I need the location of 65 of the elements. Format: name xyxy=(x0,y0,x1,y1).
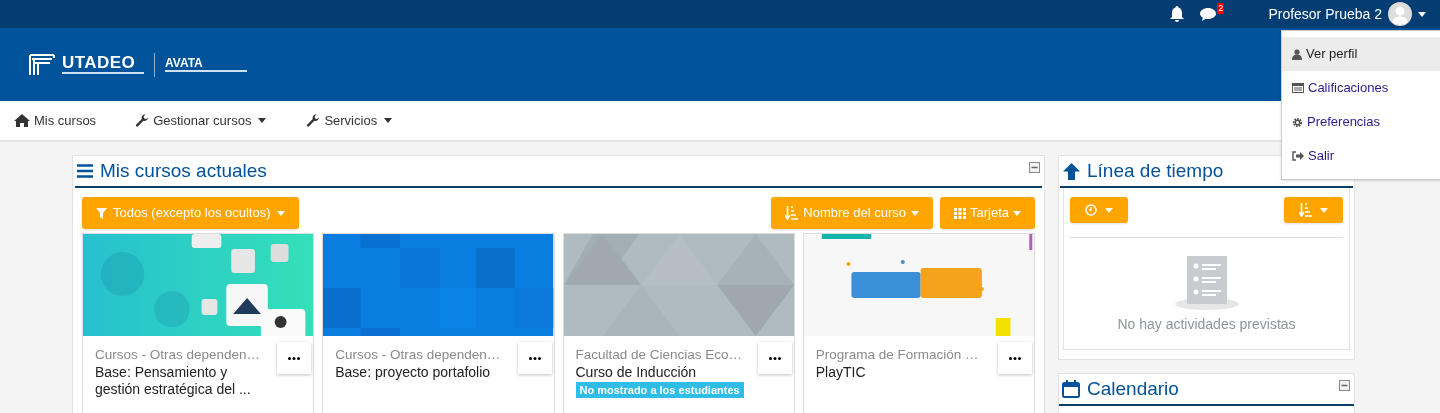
user-name[interactable]: Profesor Prueba 2 xyxy=(1268,3,1382,25)
user-icon xyxy=(1292,48,1302,60)
product-name: AVATA xyxy=(165,56,204,70)
hidden-badge: No mostrado a los estudiantes xyxy=(575,382,744,398)
logo-text: UTADEO xyxy=(62,54,137,72)
caret-icon xyxy=(276,210,285,216)
avatar-icon[interactable] xyxy=(1388,2,1412,26)
home-icon xyxy=(14,114,30,127)
more-icon xyxy=(288,356,301,360)
panel-title: Calendario xyxy=(1087,376,1179,401)
wrench-icon xyxy=(306,113,321,128)
message-count: 2 xyxy=(1217,2,1225,14)
clock-icon xyxy=(1085,204,1097,216)
grid-icon xyxy=(953,207,966,219)
more-icon xyxy=(528,356,541,360)
chat-icon[interactable] xyxy=(1199,6,1218,22)
time-filter-button[interactable] xyxy=(1070,197,1128,223)
collapse-icon[interactable] xyxy=(1029,162,1040,173)
empty-message: No hay actividades previstas xyxy=(1117,315,1296,334)
course-name[interactable]: Base: Pensamiento y gestión estratégica del ... xyxy=(95,364,274,398)
course-category: Cursos - Otras dependen… xyxy=(95,346,261,364)
course-name[interactable]: Curso de Inducción xyxy=(575,364,697,381)
more-button[interactable] xyxy=(277,342,312,374)
nav-link[interactable]: Gestionar cursos xyxy=(135,110,267,131)
course-card[interactable]: Cursos - Otras dependen… Base: proyecto portafolio xyxy=(322,233,555,413)
caret-icon xyxy=(1418,11,1426,17)
course-name[interactable]: PlayTIC xyxy=(815,364,866,381)
empty-list-icon xyxy=(1174,256,1239,310)
caret-icon xyxy=(1105,207,1113,213)
caret-icon xyxy=(1013,210,1021,216)
settings-icon xyxy=(1292,116,1303,128)
more-button[interactable] xyxy=(998,342,1032,374)
bell-icon[interactable] xyxy=(1169,5,1186,23)
course-card[interactable]: Facultad de Ciencias Eco… Curso de Inducción No mostrado a los estudiantes xyxy=(562,233,795,413)
caret-icon xyxy=(258,118,267,123)
caret-icon xyxy=(384,118,393,123)
logo-icon xyxy=(28,52,56,77)
sign-out-icon xyxy=(1292,151,1304,161)
caret-icon xyxy=(1320,207,1328,213)
course-card[interactable]: Cursos - Otras dependen… Base: Pensamiento y gestión estratégica del ... xyxy=(82,233,315,413)
course-name[interactable]: Base: proyecto portafolio xyxy=(335,364,491,381)
more-icon xyxy=(768,356,781,360)
more-button[interactable] xyxy=(757,342,792,374)
table-icon xyxy=(1292,83,1304,93)
nav-link[interactable]: Mis cursos xyxy=(14,110,97,131)
sort-button[interactable] xyxy=(1284,197,1343,223)
menu-item[interactable]: Ver perfil xyxy=(1282,37,1440,71)
sort-icon xyxy=(1299,203,1312,217)
caret-icon xyxy=(910,210,919,216)
panel-title: Mis cursos actuales xyxy=(100,158,267,183)
course-category: Facultad de Ciencias Eco… xyxy=(575,346,743,364)
more-icon xyxy=(1009,356,1021,360)
nav-link[interactable]: Servicios xyxy=(306,110,393,131)
collapse-icon[interactable] xyxy=(1339,380,1350,391)
panel-title: Línea de tiempo xyxy=(1087,158,1224,183)
wrench-icon xyxy=(135,113,150,128)
calendar-icon xyxy=(1062,380,1080,398)
arrow-up-icon xyxy=(1063,162,1080,180)
course-card[interactable]: Programa de Formación … PlayTIC xyxy=(802,233,1035,413)
menu-icon xyxy=(77,164,93,178)
course-category: Cursos - Otras dependen… xyxy=(335,346,501,364)
course-category: Programa de Formación … xyxy=(815,346,979,364)
sort-icon xyxy=(785,206,799,220)
more-button[interactable] xyxy=(517,342,552,374)
filter-icon xyxy=(96,207,107,219)
